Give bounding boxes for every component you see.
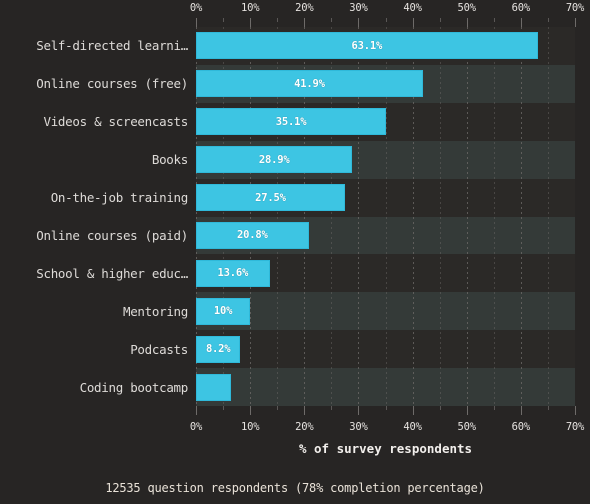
x-axis-ticks-bottom xyxy=(196,406,576,415)
x-tick-minor xyxy=(440,406,441,410)
x-tick-label-50pct: 50% xyxy=(457,421,477,433)
x-tick-major xyxy=(467,18,468,27)
x-tick-major xyxy=(196,406,197,415)
x-tick-label-40pct: 40% xyxy=(403,421,422,433)
bar[interactable]: 41.9% xyxy=(196,70,423,98)
x-tick-major xyxy=(250,406,251,415)
plot-area: 63.1% 41.9% 35.1% 28.9% 27.5% 20.8% 13.6% 10% 8.… xyxy=(196,27,575,406)
x-axis-ticklabels-bottom: 0% 10% 20% 30% 40% 50% 60% 70% xyxy=(190,421,585,437)
x-tick-major xyxy=(413,406,414,415)
x-tick-minor xyxy=(440,18,441,22)
y-category-label: On-the-job training xyxy=(50,190,188,206)
bar-value-label: 63.1% xyxy=(351,39,383,52)
x-tick-label-60pct: 60% xyxy=(511,2,531,14)
x-tick-minor xyxy=(331,406,332,410)
bar-value-label: 27.5% xyxy=(255,191,286,204)
bar-value-label: 35.1% xyxy=(275,115,307,128)
x-tick-label-60pct: 60% xyxy=(511,421,531,433)
y-category-label: School & higher educ… xyxy=(36,265,188,281)
y-category-label: Online courses (paid) xyxy=(36,227,188,243)
x-axis-ticks-top xyxy=(196,18,576,27)
plot-gridline xyxy=(440,27,441,406)
x-tick-major xyxy=(413,18,414,27)
x-tick-minor xyxy=(548,18,549,22)
x-tick-major xyxy=(304,18,305,27)
bar-value-label: 28.9% xyxy=(258,153,290,166)
x-tick-minor xyxy=(386,18,387,22)
x-tick-label-30pct: 30% xyxy=(349,2,368,14)
x-tick-label-30pct: 30% xyxy=(349,421,368,433)
bar-value-label: 41.9% xyxy=(294,77,325,90)
bar[interactable]: 27.5% xyxy=(196,184,345,212)
y-category-label: Books xyxy=(151,152,188,168)
y-category-label: Podcasts xyxy=(130,341,188,357)
x-tick-label-70pct: 70% xyxy=(565,421,585,433)
x-tick-minor xyxy=(277,406,278,410)
x-tick-minor xyxy=(277,18,278,22)
x-tick-major xyxy=(304,406,305,415)
x-tick-major xyxy=(358,18,359,27)
x-tick-label-0pct: 0% xyxy=(189,421,203,433)
x-tick-minor xyxy=(548,406,549,410)
bar[interactable]: 35.1% xyxy=(196,108,387,136)
x-tick-label-40pct: 40% xyxy=(403,2,422,14)
x-axis-ticklabels-top: 0% 10% 20% 30% 40% 50% 60% 70% xyxy=(190,2,585,18)
bar[interactable]: 63.1% xyxy=(196,32,538,60)
footer-note: 12535 question respondents (78% completi… xyxy=(105,481,485,495)
bar-value-label: 13.6% xyxy=(217,267,249,280)
x-tick-major xyxy=(196,18,197,27)
y-category-label: Online courses (free) xyxy=(36,76,188,92)
y-category-label: Coding bootcamp xyxy=(79,379,188,395)
bar[interactable]: 8.2% xyxy=(196,335,241,363)
x-tick-label-0pct: 0% xyxy=(189,2,203,14)
y-category-label: Mentoring xyxy=(122,303,188,319)
x-tick-label-20pct: 20% xyxy=(295,421,314,433)
x-tick-minor xyxy=(494,18,495,22)
plot-gridline xyxy=(467,27,468,406)
x-tick-major xyxy=(521,18,522,27)
x-tick-minor xyxy=(386,406,387,410)
plot-gridline xyxy=(521,27,522,406)
bar[interactable] xyxy=(196,373,232,401)
y-axis-category-labels: Self-directed learni… Online courses (fre… xyxy=(0,27,188,406)
x-tick-label-10pct: 10% xyxy=(240,421,260,433)
x-tick-minor xyxy=(331,18,332,22)
x-tick-major xyxy=(250,18,251,27)
y-category-label: Self-directed learni… xyxy=(36,38,188,54)
x-tick-minor xyxy=(223,18,224,22)
bar[interactable]: 28.9% xyxy=(196,146,353,174)
bar[interactable]: 13.6% xyxy=(196,259,270,287)
bar[interactable]: 20.8% xyxy=(196,221,309,249)
x-tick-minor xyxy=(223,406,224,410)
plot-gridline xyxy=(494,27,495,406)
y-category-label: Videos & screencasts xyxy=(43,114,188,130)
x-tick-major xyxy=(575,18,576,27)
x-tick-label-70pct: 70% xyxy=(565,2,585,14)
x-tick-label-10pct: 10% xyxy=(240,2,260,14)
bar-value-label: 8.2% xyxy=(205,343,231,356)
x-axis-title: % of survey respondents xyxy=(298,441,473,456)
x-tick-label-20pct: 20% xyxy=(295,2,314,14)
x-tick-label-50pct: 50% xyxy=(457,2,477,14)
x-tick-minor xyxy=(494,406,495,410)
bar[interactable]: 10% xyxy=(196,297,251,325)
chart-figure: 0% 10% 20% 30% 40% 50% 60% 70% Self-directed le… xyxy=(0,0,590,504)
bar-value-label: 20.8% xyxy=(237,229,268,242)
x-tick-major xyxy=(358,406,359,415)
bar-value-label: 10% xyxy=(213,305,233,318)
x-tick-major xyxy=(521,406,522,415)
plot-gridline xyxy=(548,27,549,406)
x-tick-major xyxy=(467,406,468,415)
x-tick-major xyxy=(575,406,576,415)
